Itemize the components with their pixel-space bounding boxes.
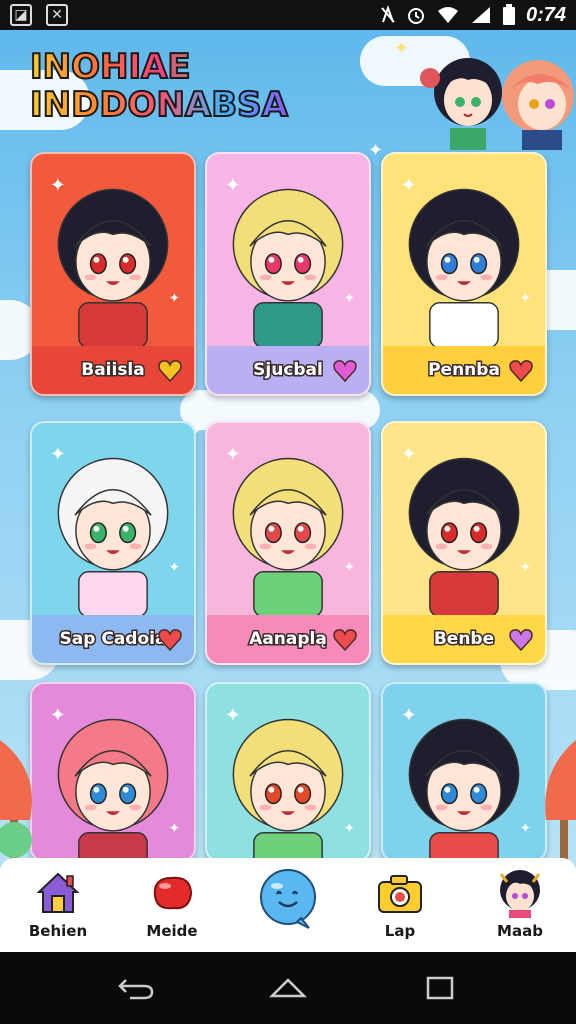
svg-text:✦: ✦ — [169, 821, 180, 837]
app-screen: ✦ ✦ ✦ INOHIAE INDDONABSA ✦✦Baiisla✦✦Sjuc… — [0, 30, 576, 952]
svg-text:✦: ✦ — [401, 442, 417, 465]
svg-text:✦: ✦ — [401, 703, 417, 726]
character-card[interactable]: ✦ ✦ Baiisla — [30, 152, 196, 396]
app-logo: INOHIAE INDDONABSA — [29, 47, 289, 125]
svg-text:✦: ✦ — [50, 442, 66, 465]
home-icon — [36, 872, 80, 913]
avatar-icon — [499, 870, 541, 918]
back-icon[interactable] — [116, 974, 156, 1002]
svg-text:✦: ✦ — [50, 173, 66, 196]
heart-icon[interactable] — [158, 629, 182, 651]
no-signal-icon — [381, 5, 395, 23]
character-card[interactable]: ✦ ✦ — [30, 682, 196, 862]
svg-text:✦: ✦ — [225, 442, 241, 465]
close-box-icon: ✕ — [46, 4, 68, 26]
red-blob-icon — [153, 876, 193, 910]
heart-icon[interactable] — [158, 360, 182, 382]
heart-icon[interactable] — [333, 629, 357, 651]
card-name: Benbe — [432, 628, 495, 651]
nav-label: Maab — [497, 922, 543, 940]
nav-item-maab[interactable]: Maab — [470, 868, 570, 948]
logo-line-2: INDDONABSA — [29, 85, 289, 125]
character-card[interactable]: ✦ ✦ Sap Cadoia — [30, 421, 196, 665]
character-portrait: ✦✦ — [401, 703, 531, 860]
nav-item-lap[interactable]: Lap — [350, 868, 450, 948]
recents-icon[interactable] — [420, 974, 460, 1002]
nav-item-chat[interactable] — [238, 868, 338, 948]
svg-text:✦: ✦ — [344, 560, 355, 576]
character-card[interactable]: ✦ ✦ — [205, 682, 371, 862]
character-portrait: ✦✦ — [225, 173, 355, 349]
nav-label: Behien — [28, 922, 88, 940]
status-bar: ◪ ✕ 0:74 — [0, 0, 576, 30]
svg-text:✦: ✦ — [520, 291, 531, 307]
heart-icon[interactable] — [509, 629, 533, 651]
signal-icon — [471, 7, 490, 23]
card-name: Pennba — [427, 359, 502, 382]
card-name: Baiisla — [80, 359, 146, 382]
character-portrait: ✦✦ — [225, 442, 355, 618]
bottom-navigation-bar: Behien Meide Lap Maab — [0, 858, 576, 952]
card-name: Aanaplą — [248, 628, 329, 651]
home-outline-icon[interactable] — [268, 974, 308, 1002]
wifi-icon — [437, 7, 458, 23]
character-portrait: ✦✦ — [225, 703, 355, 860]
alarm-icon — [407, 8, 424, 24]
svg-text:✦: ✦ — [344, 291, 355, 307]
battery-icon — [502, 4, 515, 25]
character-card[interactable]: ✦ ✦ Sjucbal — [205, 152, 371, 396]
svg-text:✦: ✦ — [520, 821, 531, 837]
character-card[interactable]: ✦ ✦ Pennba — [381, 152, 547, 396]
nav-item-meide[interactable]: Meide — [122, 868, 222, 948]
heart-icon[interactable] — [509, 360, 533, 382]
svg-text:✦: ✦ — [169, 560, 180, 576]
chat-bubble-icon — [260, 869, 316, 929]
character-portrait: ✦✦ — [401, 173, 531, 349]
logo-line-1: INOHIAE — [29, 47, 288, 87]
heart-icon[interactable] — [333, 360, 357, 382]
character-card[interactable]: ✦ ✦ Aanaplą — [205, 421, 371, 665]
svg-text:✦: ✦ — [344, 821, 355, 837]
nav-label: Meide — [146, 922, 198, 940]
character-card[interactable]: ✦ ✦ — [381, 682, 547, 862]
card-name: Sap Cadoia — [58, 628, 168, 651]
svg-text:✦: ✦ — [225, 703, 241, 726]
nav-label: Lap — [384, 922, 416, 940]
clock: 0:74 — [525, 3, 566, 26]
character-card[interactable]: ✦ ✦ Benbe — [381, 421, 547, 665]
svg-text:✦: ✦ — [50, 703, 66, 726]
svg-text:✦: ✦ — [225, 173, 241, 196]
nav-item-behien[interactable]: Behien — [8, 868, 108, 948]
header-characters-illustration — [420, 58, 574, 150]
image-icon: ◪ — [10, 4, 32, 26]
svg-text:✦: ✦ — [169, 291, 180, 307]
svg-text:✦: ✦ — [401, 173, 417, 196]
character-portrait: ✦✦ — [50, 173, 180, 349]
character-portrait: ✦✦ — [50, 703, 180, 860]
card-name: Sjucbal — [252, 359, 325, 382]
camera-icon — [378, 875, 422, 913]
character-portrait: ✦✦ — [401, 442, 531, 618]
system-navigation-bar — [0, 952, 576, 1024]
sparkle-icon: ✦ — [368, 140, 384, 161]
svg-text:✦: ✦ — [520, 560, 531, 576]
character-portrait: ✦✦ — [50, 442, 180, 618]
